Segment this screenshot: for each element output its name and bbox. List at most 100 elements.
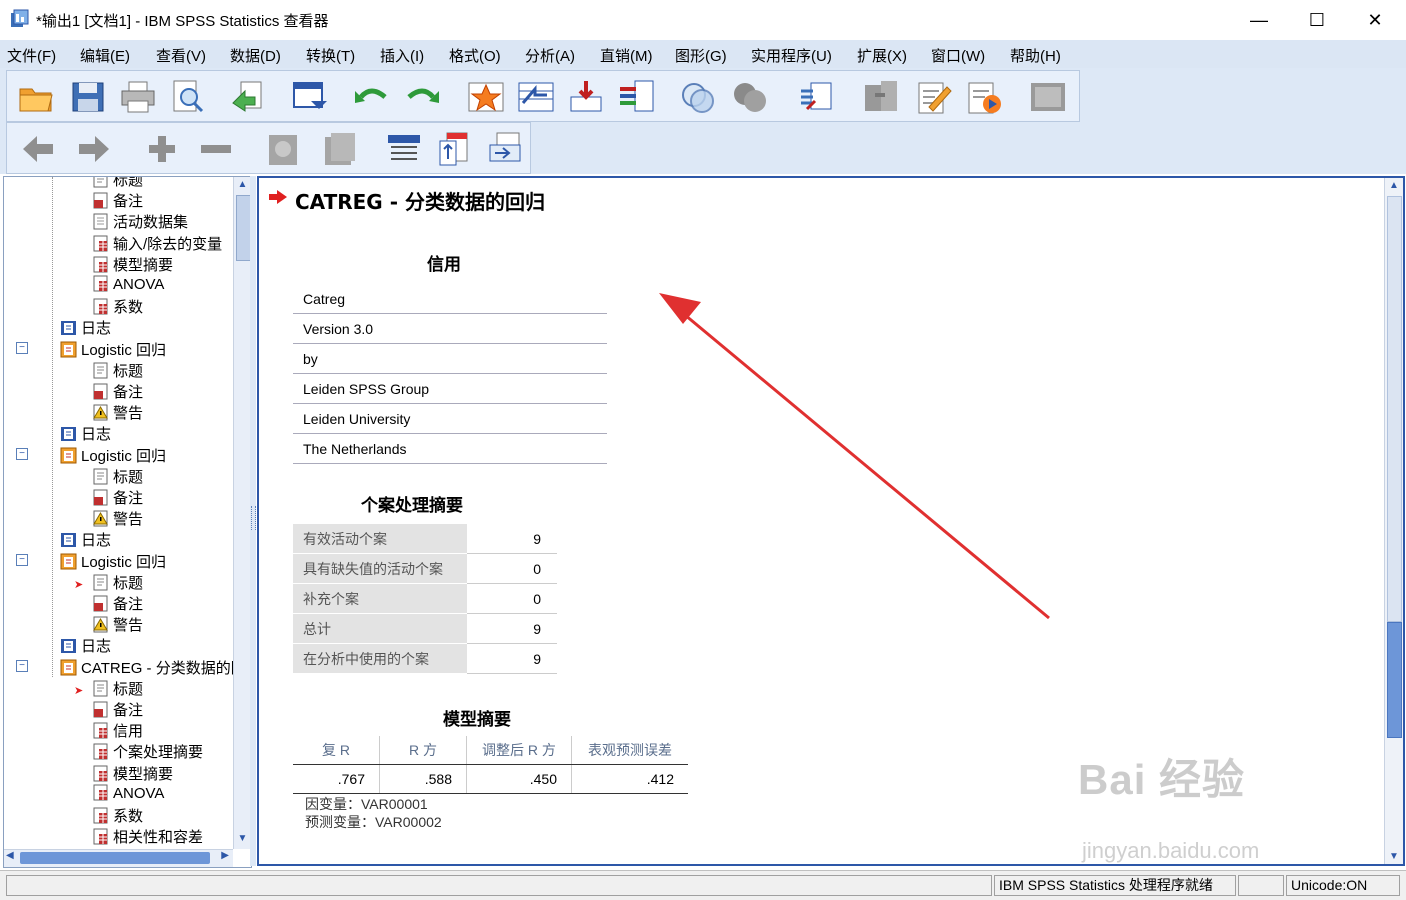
outline-leaf[interactable]: ➤ 标题 — [74, 572, 143, 592]
outline-node[interactable]: − Logistic 回归 — [16, 445, 166, 465]
outline-leaf[interactable]: 相关性和容差 — [74, 826, 203, 846]
close-button[interactable]: ✕ — [1346, 0, 1404, 40]
script-icon[interactable] — [797, 79, 835, 115]
outline-leaf[interactable]: 警告 — [74, 508, 143, 528]
pane-splitter[interactable] — [250, 176, 256, 866]
collapse-toggle-icon[interactable]: − — [16, 553, 28, 566]
outline-node[interactable]: − CATREG - 分类数据的回归 — [16, 657, 233, 677]
insert-text-icon[interactable] — [487, 131, 525, 167]
outline-node[interactable]: − Logistic 回归 — [16, 551, 166, 571]
scroll-left-icon[interactable]: ◀ — [6, 850, 14, 861]
outline-scroll-thumb[interactable] — [236, 195, 251, 261]
outline-leaf[interactable]: ANOVA — [74, 275, 164, 295]
outline-node[interactable]: − Logistic 回归 — [16, 339, 166, 359]
collapse-toggle-icon[interactable]: − — [16, 341, 28, 354]
insert-heading-icon[interactable] — [385, 131, 423, 167]
menu-direct-marketing[interactable]: 直销(M) — [600, 45, 653, 66]
export-icon[interactable] — [229, 79, 267, 115]
outline-leaf[interactable]: 模型摘要 — [74, 254, 173, 274]
scroll-up-icon[interactable]: ▲ — [235, 179, 250, 193]
output-scroll-thumb[interactable] — [1387, 622, 1402, 738]
menu-utilities[interactable]: 实用程序(U) — [751, 45, 832, 66]
outline-leaf[interactable]: ➤ 标题 — [74, 678, 143, 698]
select-icon[interactable] — [731, 79, 769, 115]
scroll-right-icon[interactable]: ▶ — [221, 850, 229, 861]
designate-window-icon[interactable] — [679, 79, 717, 115]
menu-extensions[interactable]: 扩展(X) — [857, 45, 907, 66]
credit-table[interactable]: Catreg Version 3.0 by Leiden SPSS Group Leid… — [293, 284, 607, 464]
show-icon[interactable] — [265, 131, 303, 167]
case-summary-table[interactable]: 有效活动个案 9 具有缺失值的活动个案 0 补充个案 0 总计 9 在分析中使用的个案 9 — [293, 524, 557, 674]
expand-icon[interactable] — [143, 131, 181, 167]
menu-insert[interactable]: 插入(I) — [380, 45, 424, 66]
model-summary-table[interactable]: 复 RR 方调整后 R 方表观预测误差 .767.588.450.412 — [293, 736, 688, 794]
outline-leaf[interactable]: 警告 — [74, 614, 143, 634]
recall-dialog-icon[interactable] — [291, 79, 329, 115]
outline-leaf[interactable]: 备注 — [74, 699, 143, 719]
back-icon[interactable] — [19, 131, 57, 167]
print-preview-icon[interactable] — [169, 79, 207, 115]
maximize-button[interactable]: ☐ — [1288, 0, 1346, 40]
outline-leaf[interactable]: 备注 — [74, 593, 143, 613]
output-scroll-track-upper[interactable] — [1387, 196, 1402, 622]
goto-variable-icon[interactable] — [567, 79, 605, 115]
redo-icon[interactable] — [403, 79, 441, 115]
outline-leaf[interactable]: 信用 — [74, 720, 143, 740]
minimize-button[interactable]: — — [1230, 0, 1288, 40]
outline-toolbar — [6, 122, 531, 174]
output-heading[interactable]: CATREG - 分类数据的回归 — [295, 186, 545, 215]
save-icon[interactable] — [69, 79, 107, 115]
outline-leaf[interactable]: 系数 — [74, 805, 143, 825]
print-icon[interactable] — [119, 79, 157, 115]
proc-item-icon — [60, 341, 77, 358]
content-scroll-down-icon[interactable]: ▼ — [1387, 851, 1401, 862]
outline-leaf[interactable]: ANOVA — [74, 784, 164, 804]
menu-transform[interactable]: 转换(T) — [306, 45, 355, 66]
outline-leaf[interactable]: 个案处理摘要 — [74, 741, 203, 761]
collapse-toggle-icon[interactable]: − — [16, 659, 28, 672]
menu-data[interactable]: 数据(D) — [230, 45, 281, 66]
scroll-down-icon[interactable]: ▼ — [235, 833, 250, 847]
output-vertical-scrollbar[interactable]: ▲ ▼ — [1384, 178, 1403, 864]
hide-icon[interactable] — [321, 131, 359, 167]
goto-case-icon[interactable] — [517, 79, 555, 115]
outline-leaf[interactable]: 标题 — [74, 360, 143, 380]
menu-view[interactable]: 查看(V) — [156, 45, 206, 66]
outline-tree[interactable]: 标题 备注 活动数据集 输入/除去的变量 模型摘要 ANOVA 系数 日志 − Logistic … — [4, 177, 233, 849]
split-file-icon[interactable] — [861, 79, 899, 115]
collapse-icon[interactable] — [197, 131, 235, 167]
run-icon[interactable] — [965, 79, 1003, 115]
menu-help[interactable]: 帮助(H) — [1010, 45, 1061, 66]
variables-icon[interactable] — [617, 79, 655, 115]
outline-leaf[interactable]: 系数 — [74, 296, 143, 316]
outline-leaf[interactable]: 活动数据集 — [74, 211, 188, 231]
menu-graphs[interactable]: 图形(G) — [675, 45, 727, 66]
insert-title-icon[interactable] — [437, 131, 475, 167]
outline-leaf[interactable]: 标题 — [74, 177, 143, 189]
forward-icon[interactable] — [75, 131, 113, 167]
outline-leaf[interactable]: 备注 — [74, 381, 143, 401]
outline-leaf[interactable]: 标题 — [74, 466, 143, 486]
open-icon[interactable] — [17, 79, 55, 115]
undo-icon[interactable] — [353, 79, 391, 115]
status-message — [6, 875, 992, 896]
collapse-toggle-icon[interactable]: − — [16, 447, 28, 460]
outline-leaf[interactable]: 输入/除去的变量 — [74, 233, 222, 253]
outline-pane[interactable]: 标题 备注 活动数据集 输入/除去的变量 模型摘要 ANOVA 系数 日志 − Logistic … — [3, 176, 252, 868]
outline-leaf[interactable]: 警告 — [74, 402, 143, 422]
outline-leaf[interactable]: 备注 — [74, 487, 143, 507]
menu-file[interactable]: 文件(F) — [7, 45, 56, 66]
menu-analyze[interactable]: 分析(A) — [525, 45, 575, 66]
menu-window[interactable]: 窗口(W) — [931, 45, 985, 66]
outline-leaf[interactable]: 模型摘要 — [74, 763, 173, 783]
content-scroll-up-icon[interactable]: ▲ — [1387, 180, 1401, 191]
splitter-grip[interactable] — [251, 506, 256, 530]
outline-vertical-scrollbar[interactable]: ▲ ▼ — [233, 177, 251, 849]
edit-icon[interactable] — [915, 79, 953, 115]
menu-edit[interactable]: 编辑(E) — [80, 45, 130, 66]
outline-horizontal-scrollbar[interactable]: ◀ ▶ — [4, 849, 233, 867]
menu-format[interactable]: 格式(O) — [449, 45, 501, 66]
goto-data-icon[interactable] — [467, 79, 505, 115]
outline-hscroll-thumb[interactable] — [20, 852, 210, 864]
outline-leaf[interactable]: 备注 — [74, 190, 143, 210]
